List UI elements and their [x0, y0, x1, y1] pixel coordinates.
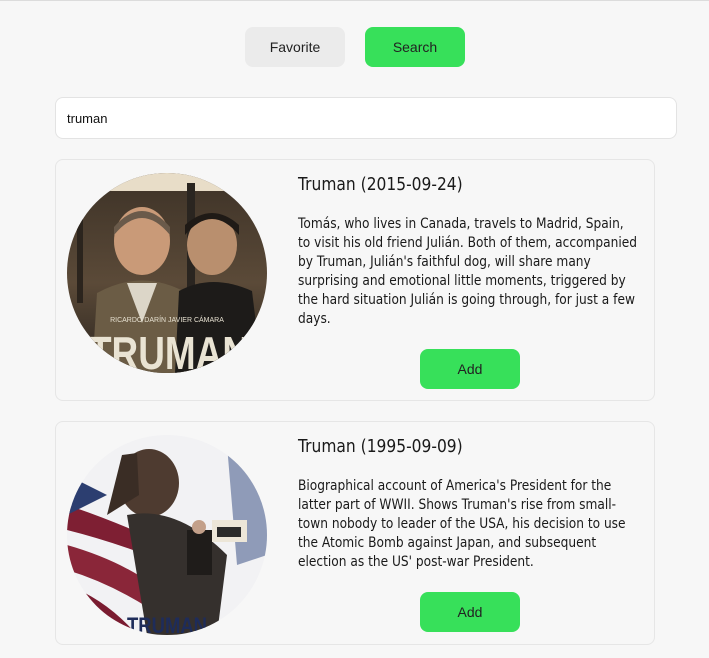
movie-description: Biographical account of America's Presid… — [298, 478, 626, 570]
movie-title: Truman (1995-09-09) — [298, 436, 463, 457]
favorite-tab-button[interactable]: Favorite — [245, 27, 345, 67]
movie-title: Truman (2015-09-24) — [298, 174, 463, 195]
poster-title: TRUMAN — [127, 613, 207, 635]
movie-poster: RICARDO DARÍN JAVIER CÁMARA TRUMAN — [67, 173, 267, 373]
movie-card: RICARDO DARÍN JAVIER CÁMARA TRUMAN Truma… — [55, 159, 655, 401]
search-tab-button[interactable]: Search — [365, 27, 465, 67]
search-input[interactable]: truman — [55, 97, 677, 139]
view-tabs: Favorite Search — [245, 27, 465, 67]
movie-card: TRUMAN Truman (1995-09-09) Biographical … — [55, 421, 655, 645]
poster-title: TRUMAN — [89, 327, 249, 373]
add-button[interactable]: Add — [420, 592, 520, 632]
top-divider — [0, 0, 709, 1]
movie-poster: TRUMAN — [67, 435, 267, 635]
poster-credits: RICARDO DARÍN JAVIER CÁMARA — [110, 315, 224, 324]
movie-description: Tomás, who lives in Canada, travels to M… — [298, 216, 638, 327]
add-button[interactable]: Add — [420, 349, 520, 389]
